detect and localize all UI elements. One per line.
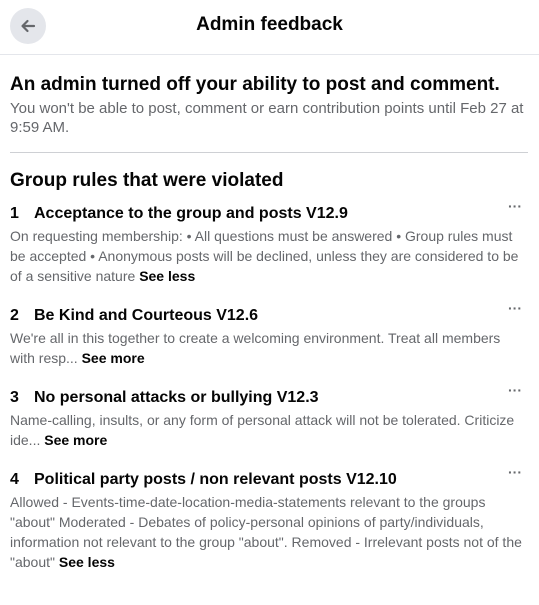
rule-item: 2 Be Kind and Courteous V12.6 ··· We're … [10, 301, 528, 368]
rule-description-block: Allowed - Events-time-date-location-medi… [10, 492, 528, 572]
rule-title-row: 1 Acceptance to the group and posts V12.… [10, 203, 528, 224]
more-options-icon[interactable]: ··· [504, 383, 526, 400]
rule-title-row: 4 Political party posts / non relevant p… [10, 469, 528, 490]
rule-item: 4 Political party posts / non relevant p… [10, 465, 528, 572]
rule-number: 3 [10, 389, 19, 406]
rule-title-row: 3 No personal attacks or bullying V12.3 [10, 387, 528, 408]
rule-number: 4 [10, 471, 19, 488]
see-more-link[interactable]: See more [44, 432, 107, 448]
rule-title: Political party posts / non relevant pos… [34, 471, 397, 488]
header-bar: Admin feedback [0, 0, 539, 55]
page-title: Admin feedback [196, 14, 343, 35]
rule-title-row: 2 Be Kind and Courteous V12.6 [10, 305, 528, 326]
violated-rules-heading: Group rules that were violated [10, 170, 284, 191]
see-less-link[interactable]: See less [139, 268, 195, 284]
restriction-notice-title: An admin turned off your ability to post… [10, 74, 500, 95]
rule-title: Be Kind and Courteous V12.6 [34, 307, 259, 324]
rule-description-block: On requesting membership: • All question… [10, 226, 528, 286]
restriction-notice-body: You won't be able to post, comment or ea… [10, 100, 524, 136]
rule-description: On requesting membership: • All question… [10, 228, 519, 284]
admin-feedback-page: Admin feedback An admin turned off your … [0, 0, 539, 605]
main-content: An admin turned off your ability to post… [0, 73, 539, 572]
see-less-link[interactable]: See less [59, 554, 115, 570]
more-options-icon[interactable]: ··· [504, 301, 526, 318]
rule-item: 1 Acceptance to the group and posts V12.… [10, 199, 528, 286]
see-more-link[interactable]: See more [82, 350, 145, 366]
section-divider [10, 152, 528, 153]
rule-description-block: We're all in this together to create a w… [10, 328, 528, 368]
rule-description-block: Name-calling, insults, or any form of pe… [10, 410, 528, 450]
rule-number: 1 [10, 205, 19, 222]
rule-title: No personal attacks or bullying V12.3 [34, 389, 319, 406]
more-options-icon[interactable]: ··· [504, 199, 526, 216]
more-options-icon[interactable]: ··· [504, 465, 526, 482]
rule-title: Acceptance to the group and posts V12.9 [34, 205, 348, 222]
rule-item: 3 No personal attacks or bullying V12.3 … [10, 383, 528, 450]
rule-number: 2 [10, 307, 19, 324]
